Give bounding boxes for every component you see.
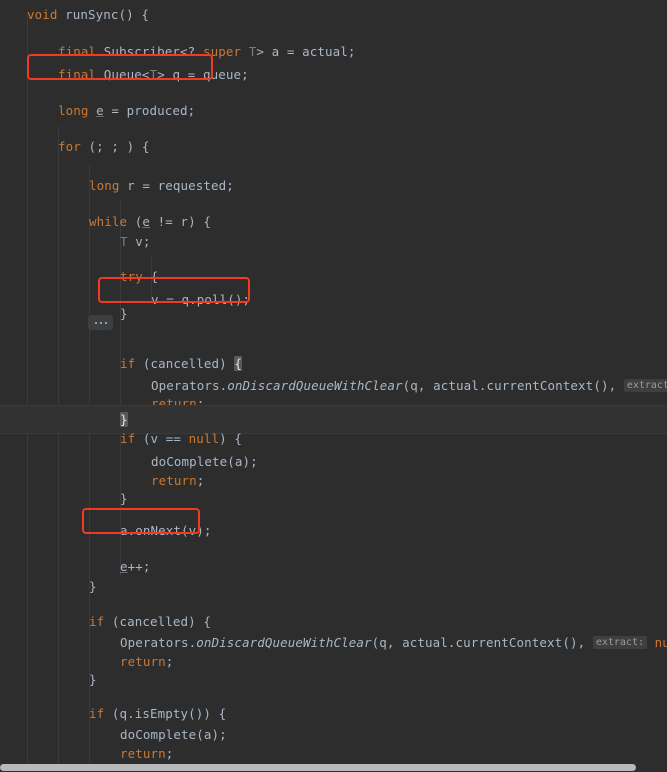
code-token: <? [180,44,203,59]
code-token: if [120,431,136,446]
folded-code-ellipsis-badge[interactable] [88,315,113,330]
code-token: > q = queue; [157,67,249,82]
code-token: if [120,356,136,371]
code-token: if [89,614,105,629]
ellipsis-dot-icon [99,321,102,324]
code-token: try [120,269,143,284]
code-token: final [58,67,97,82]
code-token: (cancelled) { [104,614,212,629]
code-token: (cancelled) [135,356,235,371]
code-token: (v == [135,431,189,446]
code-token: ( [127,214,143,229]
code-token: < [141,67,150,82]
code-token: ) { [219,431,243,446]
editor-surface[interactable]: void runSync() {final Subscriber<? super… [0,0,667,772]
code-token: { [142,269,159,284]
code-token: e [142,214,151,229]
code-token: > a = actual; [256,44,356,59]
code-token: if [89,706,105,721]
horizontal-scrollbar-thumb[interactable] [0,764,636,771]
code-token: Subscriber [103,44,181,59]
horizontal-scrollbar[interactable] [0,763,667,772]
code-token: final [58,44,97,59]
code-token: { [234,356,243,371]
code-token: Queue [103,67,142,82]
code-editor-window: void runSync() {final Subscriber<? super… [0,0,667,772]
code-token: != r) { [150,214,212,229]
code-token: (q.isEmpty()) { [104,706,227,721]
code-token: ++; [127,559,151,574]
code-token: null [188,431,220,446]
code-token: e [120,559,128,574]
ellipsis-dot-icon [104,321,107,324]
code-token: super [202,44,242,59]
code-token: while [89,214,128,229]
ellipsis-dot-icon [94,321,97,324]
